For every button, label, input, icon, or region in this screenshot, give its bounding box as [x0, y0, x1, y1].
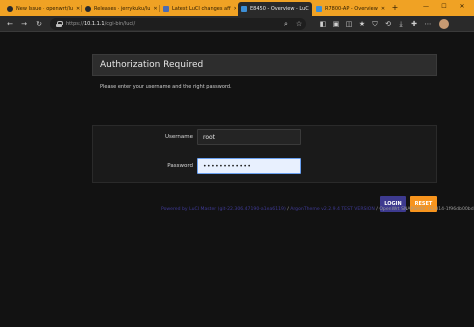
url-path: /cgi-bin/luci/ [104, 21, 136, 27]
back-arrow-icon[interactable]: ← [5, 19, 15, 29]
page-content: Authorization Required Please enter your… [0, 33, 474, 327]
settings-more-icon[interactable]: ⋯ [423, 19, 433, 29]
forward-arrow-icon[interactable]: → [19, 19, 29, 29]
minimize-button[interactable]: — [420, 2, 432, 12]
close-tab-icon[interactable]: ✕ [73, 6, 80, 12]
tab-releases[interactable]: Releases · jerrykuku/lu ✕ [82, 2, 158, 16]
github-icon [7, 6, 13, 12]
address-bar[interactable]: https:// 10.1.1.1 /cgi-bin/luci/ [50, 18, 306, 30]
profile-avatar[interactable] [439, 19, 449, 29]
luci-version-link[interactable]: Powered by LuCI Master (git-22.306.47190… [161, 207, 286, 212]
login-panel: Authorization Required Please enter your… [92, 54, 437, 230]
theme-version-link[interactable]: ArgonTheme v2.2.9.4 TEST VERSION [290, 207, 375, 212]
maximize-button[interactable]: ☐ [438, 2, 450, 12]
password-field[interactable]: •••••••••••• [197, 158, 301, 174]
tab-latest-luci-changes[interactable]: Latest LuCI changes aff ✕ [160, 2, 236, 16]
tab-label: New Issue · openwrt/lu [16, 6, 74, 12]
tab-label: Releases · jerrykuku/lu [94, 6, 151, 12]
lock-icon [56, 21, 63, 27]
tab-label: E8450 - Overview - LuC [250, 6, 309, 12]
browser-toolbar: ← → ↻ https:// 10.1.1.1 /cgi-bin/luci/ ⌕… [0, 16, 474, 32]
close-tab-icon[interactable]: ✕ [309, 6, 313, 12]
shield-icon[interactable]: ⛉ [370, 19, 380, 29]
forum-icon [163, 6, 169, 12]
firmware-version: OpenWrt SNAPSHOT r21314-1f96db00bd [379, 207, 474, 212]
tab-strip: New Issue · openwrt/lu ✕ Releases · jerr… [0, 0, 474, 16]
favorite-star-icon[interactable]: ☆ [294, 19, 304, 29]
browser-window: New Issue · openwrt/lu ✕ Releases · jerr… [0, 0, 474, 327]
github-icon [85, 6, 91, 12]
tab-new-issue[interactable]: New Issue · openwrt/lu ✕ [4, 2, 80, 16]
favorites-icon[interactable]: ★ [357, 19, 367, 29]
new-tab-button[interactable]: + [390, 3, 400, 13]
tab-e8450-overview[interactable]: E8450 - Overview - LuC ✕ [238, 2, 312, 16]
footer-line: Powered by LuCI Master (git-22.306.47190… [161, 207, 474, 212]
tab-label: Latest LuCI changes aff [172, 6, 231, 12]
panel-header: Authorization Required [92, 54, 437, 76]
split-screen-icon[interactable]: ◫ [344, 19, 354, 29]
close-tab-icon[interactable]: ✕ [150, 6, 157, 12]
url-protocol: https:// [66, 21, 84, 27]
luci-icon [316, 6, 322, 12]
extension-icon[interactable]: ◧ [318, 19, 328, 29]
tab-label: R7800-AP - Overview [325, 6, 378, 12]
close-tab-icon[interactable]: ✕ [378, 6, 385, 12]
login-description: Please enter your username and the right… [100, 84, 232, 90]
page-title: Authorization Required [100, 60, 204, 70]
history-icon[interactable]: ⟲ [383, 19, 393, 29]
login-form: Username root Password •••••••••••• [92, 125, 437, 183]
downloads-icon[interactable]: ⤓ [396, 19, 406, 29]
zoom-icon[interactable]: ⌕ [281, 19, 291, 29]
close-window-button[interactable]: ✕ [456, 2, 468, 12]
password-label: Password [167, 163, 193, 169]
close-tab-icon[interactable]: ✕ [231, 6, 236, 12]
luci-icon [241, 6, 247, 12]
tab-r7800-ap-overview[interactable]: R7800-AP - Overview ✕ [313, 2, 387, 16]
username-field[interactable]: root [197, 129, 301, 145]
extensions-puzzle-icon[interactable]: ✚ [409, 19, 419, 29]
reload-icon[interactable]: ↻ [34, 19, 44, 29]
username-label: Username [164, 134, 193, 140]
url-host: 10.1.1.1 [83, 21, 105, 27]
collections-icon[interactable]: ▣ [331, 19, 341, 29]
